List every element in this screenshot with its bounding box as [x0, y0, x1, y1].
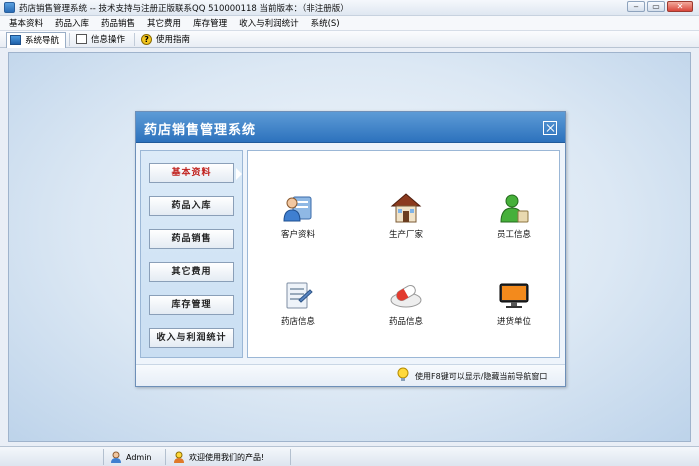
store-info-icon — [281, 278, 315, 312]
nav-button-stock-in[interactable]: 药品入库 — [149, 196, 234, 216]
user-icon — [110, 451, 122, 463]
active-pointer-icon — [236, 168, 242, 180]
customer-icon — [281, 191, 315, 225]
feature-supplier[interactable]: 进货单位 — [474, 278, 554, 327]
menu-basic-info[interactable]: 基本资料 — [3, 17, 49, 29]
minimize-button[interactable]: ‒ — [627, 1, 645, 12]
menu-other-expenses[interactable]: 其它费用 — [141, 17, 187, 29]
status-separator — [290, 449, 291, 465]
toolbar-separator — [69, 32, 71, 46]
feature-medicine-info[interactable]: 药品信息 — [366, 278, 446, 327]
nav-button-panel: 基本资料 药品入库 药品销售 其它费用 库存管理 收入与利润统计 — [140, 150, 243, 358]
nav-header: 药店销售管理系统 — [136, 112, 565, 143]
menu-system[interactable]: 系统(S) — [305, 17, 346, 29]
toolbar-separator — [134, 32, 136, 46]
capsule-icon — [389, 278, 423, 312]
nav-button-other-expenses[interactable]: 其它费用 — [149, 262, 234, 282]
status-user: Admin — [110, 450, 152, 464]
nav-button-inventory[interactable]: 库存管理 — [149, 295, 234, 315]
feature-customer[interactable]: 客户资料 — [258, 191, 338, 240]
feature-store-info[interactable]: 药店信息 — [258, 278, 338, 327]
menu-inventory[interactable]: 库存管理 — [187, 17, 233, 29]
factory-house-icon — [389, 191, 423, 225]
nav-footer: 使用F8键可以显示/隐藏当前导航窗口 — [136, 364, 565, 386]
feature-factory-label: 生产厂家 — [388, 230, 423, 240]
menu-income-profit[interactable]: 收入与利润统计 — [233, 17, 305, 29]
menu-sales[interactable]: 药品销售 — [95, 17, 141, 29]
close-window-button[interactable]: ✕ — [667, 1, 693, 12]
tab-user-guide-label: 使用指南 — [156, 35, 191, 45]
employee-icon — [497, 191, 531, 225]
feature-panel: 客户资料 生产厂家 员工信息 药店信息 药品信息 进货单位 — [247, 150, 560, 358]
app-icon — [4, 2, 15, 13]
window-title: 药店销售管理系统 -- 技术支持与注册正版联系QQ 510000118 当前版本… — [19, 3, 349, 14]
help-icon: ? — [141, 33, 153, 45]
feature-supplier-label: 进货单位 — [496, 317, 531, 327]
feature-employee[interactable]: 员工信息 — [474, 191, 554, 240]
tab-info-ops-label: 信息操作 — [91, 35, 126, 45]
lightbulb-icon — [395, 367, 411, 383]
tab-system-nav-label: 系统导航 — [25, 36, 60, 46]
tab-user-guide[interactable]: ? 使用指南 — [138, 32, 196, 47]
window-controls: ‒ ▭ ✕ — [627, 1, 693, 12]
nav-button-sales[interactable]: 药品销售 — [149, 229, 234, 249]
status-welcome-text: 欢迎使用我们的产品! — [189, 452, 265, 462]
menu-stock-in[interactable]: 药品入库 — [49, 17, 95, 29]
nav-button-basic-info[interactable]: 基本资料 — [149, 163, 234, 183]
feature-store-info-label: 药店信息 — [280, 317, 315, 327]
maximize-button[interactable]: ▭ — [647, 1, 665, 12]
title-bar: 药店销售管理系统 -- 技术支持与注册正版联系QQ 510000118 当前版本… — [0, 0, 699, 16]
status-welcome: 欢迎使用我们的产品! — [173, 450, 264, 464]
monitor-icon — [497, 278, 531, 312]
nav-button-income-profit[interactable]: 收入与利润统计 — [149, 328, 234, 348]
nav-close-button[interactable] — [543, 121, 557, 135]
navigation-window: 药店销售管理系统 基本资料 药品入库 药品销售 其它费用 库存管理 收入与利润统… — [135, 111, 566, 387]
feature-factory[interactable]: 生产厂家 — [366, 191, 446, 240]
nav-title: 药店销售管理系统 — [144, 123, 257, 138]
menu-bar: 基本资料 药品入库 药品销售 其它费用 库存管理 收入与利润统计 系统(S) — [0, 16, 699, 31]
toolbar: 系统导航 信息操作 ? 使用指南 — [0, 31, 699, 48]
status-user-name: Admin — [126, 452, 152, 462]
status-separator — [165, 449, 166, 465]
feature-employee-label: 员工信息 — [496, 230, 531, 240]
tab-info-ops[interactable]: 信息操作 — [73, 32, 131, 47]
welcome-person-icon — [173, 451, 185, 463]
feature-customer-label: 客户资料 — [280, 230, 315, 240]
feature-medicine-info-label: 药品信息 — [388, 317, 423, 327]
nav-tip-text: 使用F8键可以显示/隐藏当前导航窗口 — [415, 372, 548, 381]
tab-system-nav[interactable]: 系统导航 — [6, 31, 67, 48]
monitor-icon — [10, 35, 21, 45]
status-bar: Admin 欢迎使用我们的产品! — [0, 446, 699, 466]
page-icon — [76, 34, 88, 44]
status-separator — [103, 449, 104, 465]
